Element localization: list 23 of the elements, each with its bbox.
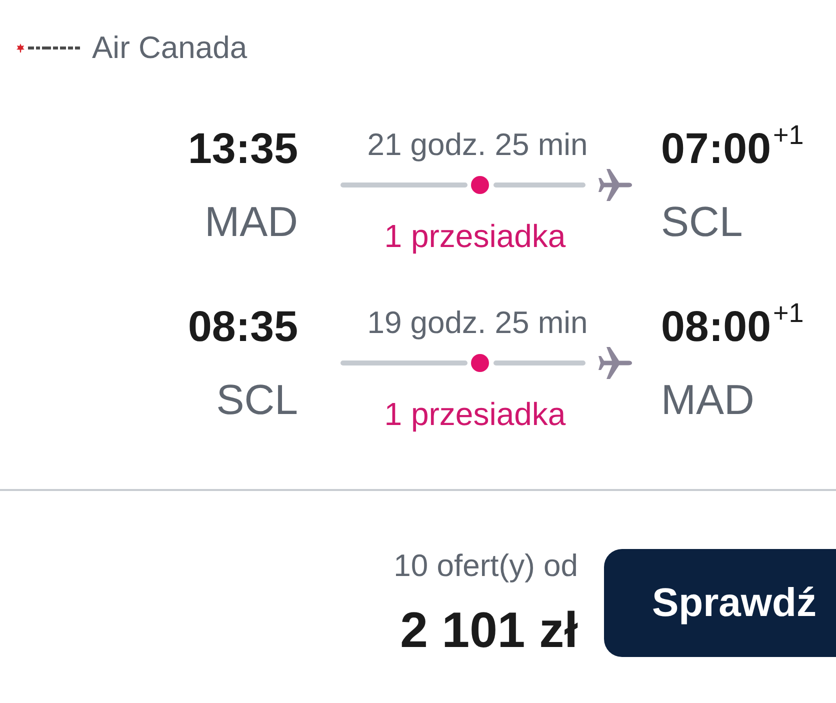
plane-icon [598, 169, 632, 201]
airline-logo-icon [16, 43, 80, 53]
flight-duration: 21 godz. 25 min [366, 126, 589, 164]
departure-time: 08:35 [188, 302, 298, 353]
stops-count: 1 przesiadka [383, 217, 567, 256]
day-offset: +1 [772, 119, 804, 152]
departure-time: 13:35 [188, 124, 298, 175]
price: 2 101 zł [400, 601, 578, 660]
arrival-airport: MAD [661, 375, 754, 425]
arrival-airport: SCL [661, 197, 743, 247]
stop-dot-icon [471, 176, 489, 194]
plane-icon [598, 347, 632, 379]
day-offset: +1 [772, 297, 804, 330]
arrival-time: 07:00 [661, 124, 771, 175]
departure-airport: MAD [204, 197, 298, 247]
stop-dot-icon [471, 354, 489, 372]
airline-name: Air Canada [92, 29, 248, 67]
offer-count: 10 ofert(y) od [394, 547, 578, 585]
departure-airport: SCL [216, 375, 298, 425]
stops-count: 1 przesiadka [383, 395, 567, 434]
check-button[interactable]: Sprawdź [604, 549, 836, 657]
flight-duration: 19 godz. 25 min [366, 304, 589, 342]
arrival-time: 08:00 [661, 302, 771, 353]
